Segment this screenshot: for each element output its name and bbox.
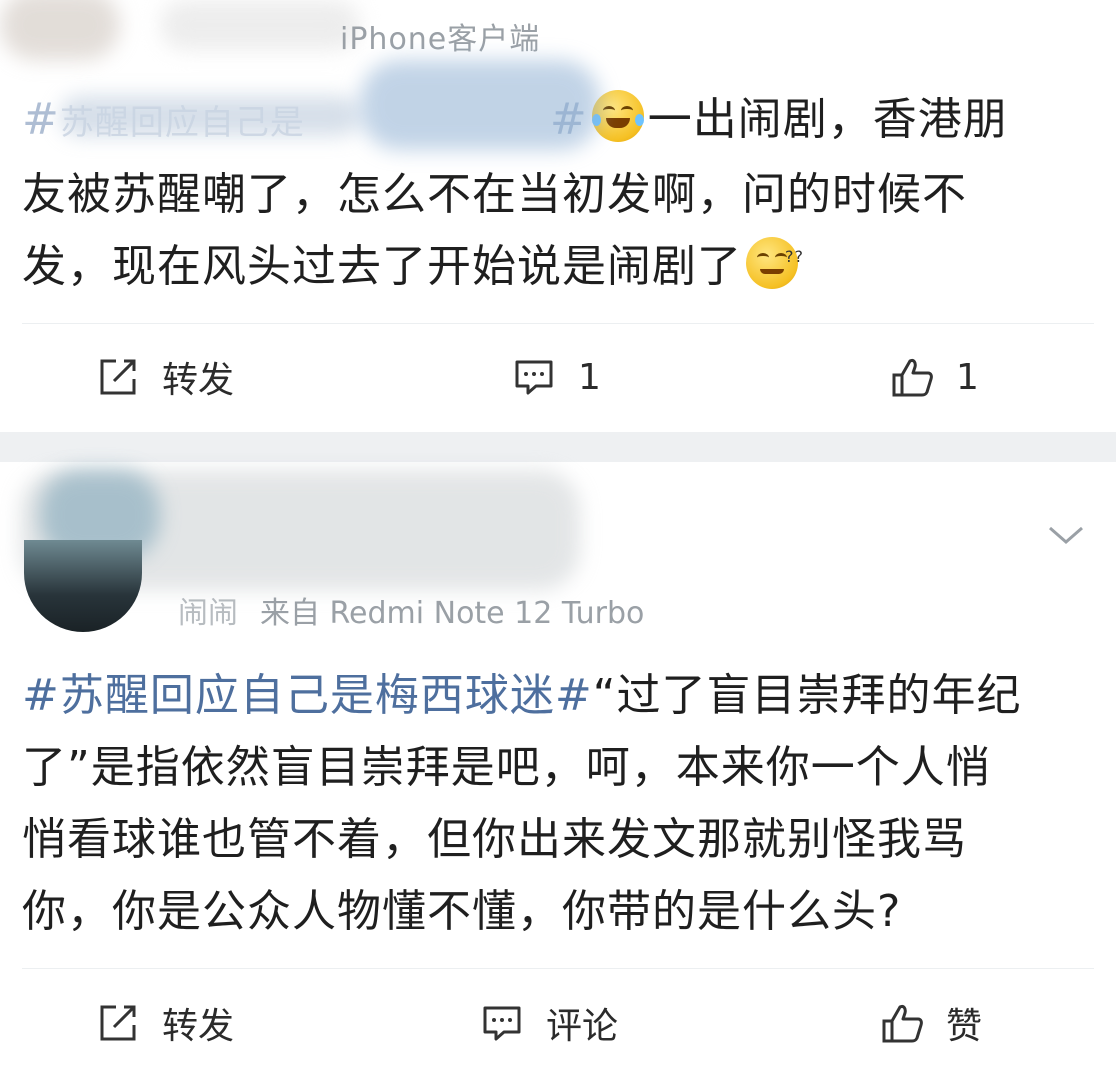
confused-emoji: ?? xyxy=(746,237,803,289)
blurred-topic-part2 xyxy=(360,60,600,150)
blurred-username xyxy=(160,0,360,50)
blurred-topic-part1 xyxy=(60,96,360,136)
comment-icon xyxy=(483,1006,521,1041)
post2-text-line4: 你，你是公众人物懂不懂，你带的是什么头? xyxy=(22,886,902,937)
post2-text-line3: 悄看球谁也管不着，但你出来发文那就别怪我骂 xyxy=(22,814,967,865)
repost-icon xyxy=(100,359,136,395)
post2-text-line1: “过了盲目崇拜的年纪 xyxy=(592,670,1022,721)
thumbs-up-icon xyxy=(892,359,933,397)
repost-label-2: 转发 xyxy=(162,1006,235,1047)
comment-button[interactable]: 1 xyxy=(512,352,601,402)
post-meta-2: 闹闹 来自 Redmi Note 12 Turbo xyxy=(178,588,644,632)
repost-icon xyxy=(100,1005,136,1041)
blurred-avatar xyxy=(0,0,120,60)
post-text-line3: 发，现在风头过去了开始说是闹剧了 xyxy=(22,241,742,292)
post-content-2: #苏醒回应自己是梅西球迷#“过了盲目崇拜的年纪 了”是指依然盲目崇拜是吧，呵，本… xyxy=(22,660,1082,948)
action-divider-2 xyxy=(22,968,1094,969)
repost-label: 转发 xyxy=(162,360,235,401)
post-text-line2: 友被苏醒嘲了，怎么不在当初发啊，问的时候不 xyxy=(22,169,967,220)
comment-count: 1 xyxy=(578,356,601,398)
post-username-2[interactable]: 闹闹 xyxy=(178,588,238,632)
thumbs-up-icon xyxy=(882,1005,923,1043)
chevron-down-icon[interactable] xyxy=(1046,522,1086,548)
repost-button[interactable]: 转发 xyxy=(96,352,234,402)
repost-button-2[interactable]: 转发 xyxy=(96,998,234,1048)
action-divider xyxy=(22,323,1094,324)
like-button[interactable]: 1 xyxy=(890,352,979,402)
post-source-2: 来自 Redmi Note 12 Turbo xyxy=(260,596,645,631)
topic-hashtag[interactable]: #苏醒回应自己是梅西球迷# xyxy=(22,670,593,721)
comment-label-2: 评论 xyxy=(546,1006,619,1047)
post-source: iPhone客户端 xyxy=(340,22,541,57)
like-count: 1 xyxy=(956,356,979,398)
comment-button-2[interactable]: 评论 xyxy=(480,998,618,1048)
comment-icon xyxy=(515,360,553,395)
like-button-2[interactable]: 赞 xyxy=(880,998,982,1048)
post-card-1: iPhone客户端 #苏醒回应自己是 #一出闹剧，香港朋 友被苏醒嘲了，怎么不在… xyxy=(0,0,1116,432)
post-separator xyxy=(0,432,1116,462)
post-text-line1: 一出闹剧，香港朋 xyxy=(647,94,1008,145)
post2-text-line2: 了”是指依然盲目崇拜是吧，呵，本来你一个人悄 xyxy=(22,742,991,793)
topic-hashtag-open[interactable]: # xyxy=(22,94,60,145)
like-label-2: 赞 xyxy=(946,1006,983,1047)
